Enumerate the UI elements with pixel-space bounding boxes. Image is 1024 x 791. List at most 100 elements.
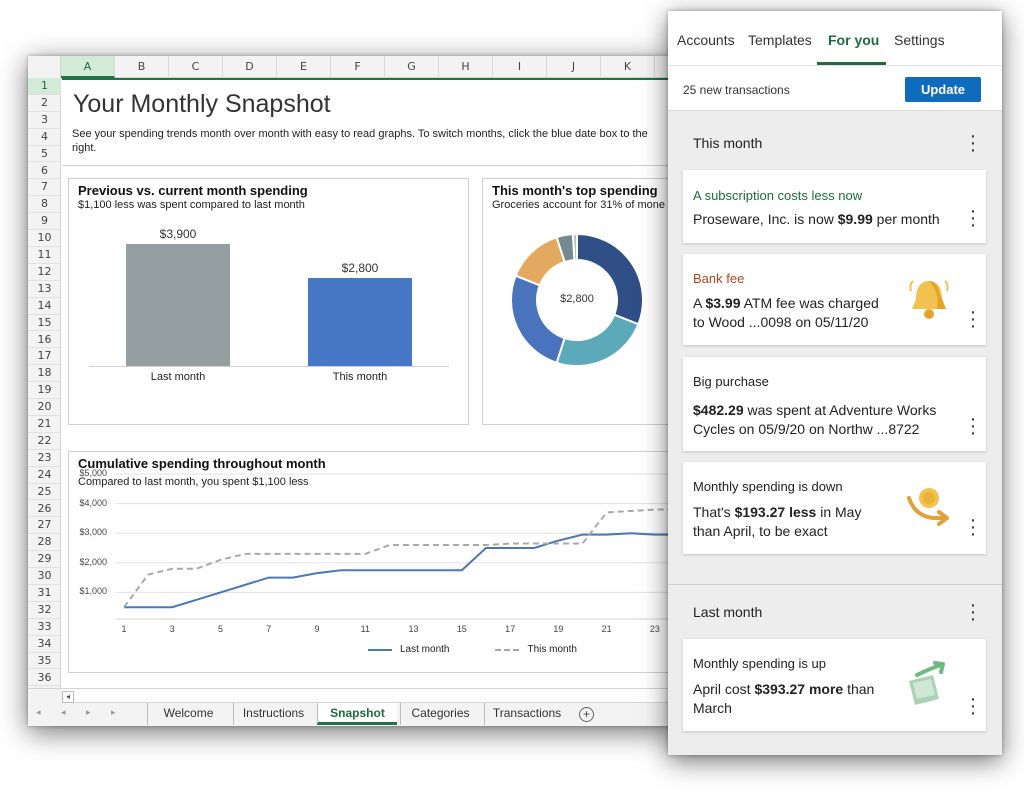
- row-header[interactable]: 14: [28, 298, 61, 315]
- scroll-left-icon[interactable]: ◂: [62, 691, 74, 703]
- row-header[interactable]: 9: [28, 213, 61, 231]
- update-row: 25 new transactions Update: [668, 65, 1002, 111]
- column-header[interactable]: E: [277, 56, 331, 78]
- column-header[interactable]: I: [493, 56, 547, 78]
- card-title: Monthly spending is down: [693, 479, 843, 494]
- row-header[interactable]: 34: [28, 636, 61, 653]
- select-all-corner[interactable]: [28, 56, 61, 78]
- row-header[interactable]: 6: [28, 163, 61, 180]
- row-header[interactable]: 26: [28, 501, 61, 518]
- row-header[interactable]: 25: [28, 484, 61, 501]
- row-header[interactable]: 24: [28, 467, 61, 484]
- row-header[interactable]: 21: [28, 416, 61, 433]
- row-header[interactable]: 22: [28, 433, 61, 450]
- row-header[interactable]: 19: [28, 382, 61, 400]
- column-header[interactable]: F: [331, 56, 385, 78]
- column-header[interactable]: K: [601, 56, 655, 78]
- column-header[interactable]: A: [61, 56, 115, 78]
- falling-coin-icon: [907, 488, 949, 526]
- sheet-tab[interactable]: Snapshot: [317, 703, 397, 725]
- row-header[interactable]: 11: [28, 247, 61, 264]
- this-month-more-icon[interactable]: · · ·: [967, 126, 979, 160]
- card-more-icon[interactable]: · · ·: [967, 409, 979, 443]
- prev-vs-current-chart[interactable]: Previous vs. current month spending $1,1…: [68, 178, 469, 425]
- row-header[interactable]: 8: [28, 196, 61, 214]
- series-line: [124, 532, 678, 609]
- sheet-tab[interactable]: Categories: [400, 703, 480, 725]
- column-header[interactable]: B: [115, 56, 169, 78]
- card-title: A subscription costs less now: [693, 188, 863, 203]
- row-header[interactable]: 12: [28, 264, 61, 281]
- row-header[interactable]: 20: [28, 399, 61, 416]
- update-button[interactable]: Update: [905, 77, 981, 102]
- row-header[interactable]: 18: [28, 365, 61, 383]
- tab-settings[interactable]: Settings: [894, 32, 945, 48]
- tab-for-you[interactable]: For you: [828, 32, 879, 48]
- chart-subtitle: $1,100 less was spent compared to last m…: [78, 199, 305, 211]
- row-header[interactable]: 27: [28, 517, 61, 535]
- sheet-tab[interactable]: Welcome: [147, 703, 229, 725]
- card-amount: $3.99: [705, 295, 741, 311]
- insight-card[interactable]: A subscription costs less now Proseware,…: [683, 170, 986, 243]
- card-text: That's: [693, 504, 735, 520]
- row-header[interactable]: 2: [28, 95, 61, 112]
- row-header[interactable]: 7: [28, 179, 61, 197]
- column-header[interactable]: C: [169, 56, 223, 78]
- row-header[interactable]: 33: [28, 619, 61, 636]
- sheet-nav-arrows[interactable]: ◂ ◂ ▸ ▸: [36, 707, 125, 718]
- row-header[interactable]: 23: [28, 450, 61, 467]
- tab-templates[interactable]: Templates: [748, 32, 812, 48]
- bar-category-label: This month: [332, 371, 388, 383]
- column-header[interactable]: H: [439, 56, 493, 78]
- new-transactions-count: 25 new transactions: [683, 83, 790, 97]
- row-header[interactable]: 5: [28, 146, 61, 163]
- row-header[interactable]: 29: [28, 551, 61, 569]
- excel-window: ABCDEFGHIJK 1 2 3 4 5 6 7 8 9 10 11 12 13 14 15 16 17 18 1…: [28, 56, 678, 726]
- card-text: was spent at Adventure Works: [743, 402, 937, 418]
- card-more-icon[interactable]: · · ·: [967, 302, 979, 336]
- row-header[interactable]: 10: [28, 230, 61, 247]
- row-header[interactable]: 31: [28, 585, 61, 602]
- donut-slice: [555, 313, 640, 367]
- add-sheet-icon[interactable]: +: [579, 707, 594, 722]
- tab-accounts[interactable]: Accounts: [677, 32, 735, 48]
- row-header[interactable]: 28: [28, 534, 61, 552]
- card-text: April cost: [693, 681, 755, 697]
- worksheet[interactable]: Your Monthly Snapshot See your spending …: [62, 78, 678, 688]
- row-header[interactable]: 3: [28, 112, 61, 129]
- row-header[interactable]: 30: [28, 568, 61, 585]
- card-title: Monthly spending is up: [693, 656, 826, 671]
- insight-card[interactable]: Big purchase $482.29 was spent at Advent…: [683, 357, 986, 451]
- insight-card[interactable]: Bank fee A $3.99 ATM fee was charged to …: [683, 254, 986, 345]
- row-header[interactable]: 35: [28, 653, 61, 670]
- card-title: Big purchase: [693, 374, 769, 389]
- row-header[interactable]: 32: [28, 602, 61, 619]
- sheet-tab[interactable]: Transactions: [484, 703, 569, 725]
- row-header[interactable]: 16: [28, 332, 61, 349]
- insight-card[interactable]: Monthly spending is up April cost $393.2…: [683, 639, 986, 731]
- money-pane: Accounts Templates For you Settings 25 n…: [668, 11, 1002, 755]
- column-header[interactable]: G: [385, 56, 439, 78]
- last-month-more-icon[interactable]: · · ·: [967, 595, 979, 629]
- card-text: Cycles on 05/9/20 on Northw ...8722: [693, 421, 920, 437]
- cumulative-spending-chart[interactable]: Cumulative spending throughout month Com…: [68, 451, 678, 673]
- card-more-icon[interactable]: · · ·: [967, 689, 979, 723]
- legend-dashed-swatch: [495, 648, 520, 651]
- row-header[interactable]: 15: [28, 315, 61, 332]
- sheet-tab[interactable]: Instructions: [233, 703, 313, 725]
- row-header[interactable]: 36: [28, 670, 61, 687]
- rising-money-icon: [909, 661, 945, 705]
- row-header[interactable]: 13: [28, 281, 61, 298]
- sheet-title: Your Monthly Snapshot: [73, 90, 331, 118]
- horizontal-scrollbar[interactable]: ◂: [62, 689, 678, 703]
- column-header[interactable]: J: [547, 56, 601, 78]
- insight-card[interactable]: Monthly spending is down That's $193.27 …: [683, 462, 986, 554]
- card-more-icon[interactable]: · · ·: [967, 201, 979, 235]
- row-header[interactable]: 1: [28, 78, 61, 95]
- column-header[interactable]: D: [223, 56, 277, 78]
- card-text: in May: [816, 504, 862, 520]
- row-header[interactable]: 17: [28, 348, 61, 366]
- row-header[interactable]: 4: [28, 129, 61, 146]
- top-spending-chart[interactable]: This month's top spending Groceries acco…: [482, 178, 678, 425]
- card-more-icon[interactable]: · · ·: [967, 510, 979, 544]
